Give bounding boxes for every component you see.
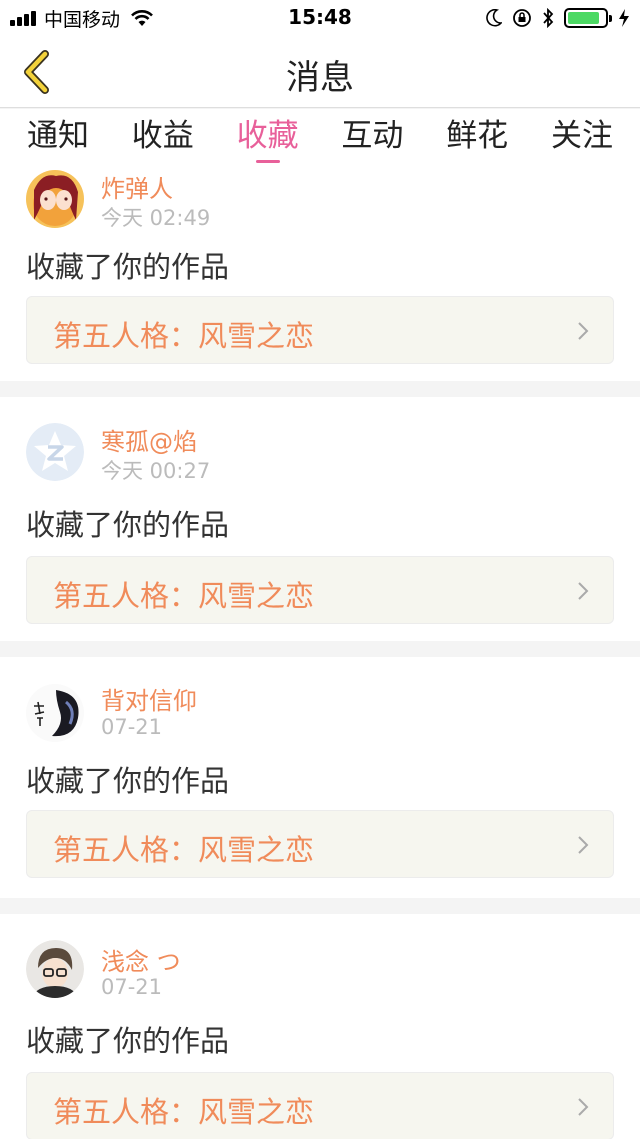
avatar[interactable]	[26, 170, 84, 228]
work-link[interactable]: 第五人格：风雪之恋	[26, 810, 614, 878]
status-bar: 中国移动 15:48	[0, 0, 640, 36]
chevron-right-icon	[578, 1098, 589, 1116]
work-link[interactable]: 第五人格：风雪之恋	[26, 556, 614, 624]
orientation-lock-icon	[512, 8, 532, 28]
tab-earnings[interactable]: 收益	[132, 109, 194, 165]
chevron-right-icon	[578, 322, 589, 340]
work-title: 第五人格：风雪之恋	[53, 319, 315, 353]
tab-bar: 通知 收益 收藏 互动 鲜花 关注	[0, 109, 640, 165]
avatar[interactable]	[26, 423, 84, 481]
list-item: 炸弹人 今天 02:49 收藏了你的作品 第五人格：风雪之恋	[0, 165, 640, 381]
avatar[interactable]	[26, 940, 84, 998]
tab-favorites[interactable]: 收藏	[237, 109, 299, 165]
username[interactable]: 背对信仰	[101, 681, 197, 716]
work-link[interactable]: 第五人格：风雪之恋	[26, 296, 614, 364]
username[interactable]: 浅念 つ	[101, 942, 181, 977]
list-item: 浅念 つ 07-21 收藏了你的作品 第五人格：风雪之恋	[0, 914, 640, 1139]
bluetooth-icon	[542, 8, 554, 28]
work-title: 第五人格：风雪之恋	[53, 1095, 315, 1129]
work-title: 第五人格：风雪之恋	[53, 833, 315, 867]
action-text: 收藏了你的作品	[26, 1024, 230, 1058]
list-item: 寒孤@焰 今天 00:27 收藏了你的作品 第五人格：风雪之恋	[0, 397, 640, 641]
message-list: 炸弹人 今天 02:49 收藏了你的作品 第五人格：风雪之恋 寒孤@焰 今天 0…	[0, 165, 640, 1139]
username[interactable]: 寒孤@焰	[101, 422, 197, 457]
timestamp: 今天 00:27	[101, 459, 211, 483]
timestamp: 07-21	[101, 715, 163, 739]
tab-notifications[interactable]: 通知	[27, 109, 89, 165]
action-text: 收藏了你的作品	[26, 764, 230, 798]
moon-icon	[486, 9, 502, 27]
action-text: 收藏了你的作品	[26, 508, 230, 542]
list-item: 背对信仰 07-21 收藏了你的作品 第五人格：风雪之恋	[0, 657, 640, 898]
action-text: 收藏了你的作品	[26, 250, 230, 284]
tab-interactions[interactable]: 互动	[341, 109, 403, 165]
chevron-right-icon	[578, 582, 589, 600]
battery-icon	[564, 8, 612, 28]
work-link[interactable]: 第五人格：风雪之恋	[26, 1072, 614, 1139]
work-title: 第五人格：风雪之恋	[53, 579, 315, 613]
timestamp: 07-21	[101, 975, 163, 999]
avatar[interactable]	[26, 684, 84, 742]
nav-bar: 消息	[0, 36, 640, 108]
charging-icon	[618, 8, 630, 28]
page-title: 消息	[286, 58, 354, 98]
timestamp: 今天 02:49	[101, 206, 211, 230]
chevron-right-icon	[578, 836, 589, 854]
status-right	[476, 6, 630, 30]
tab-follows[interactable]: 关注	[551, 109, 613, 165]
username[interactable]: 炸弹人	[101, 169, 173, 204]
tab-flowers[interactable]: 鲜花	[446, 109, 508, 165]
